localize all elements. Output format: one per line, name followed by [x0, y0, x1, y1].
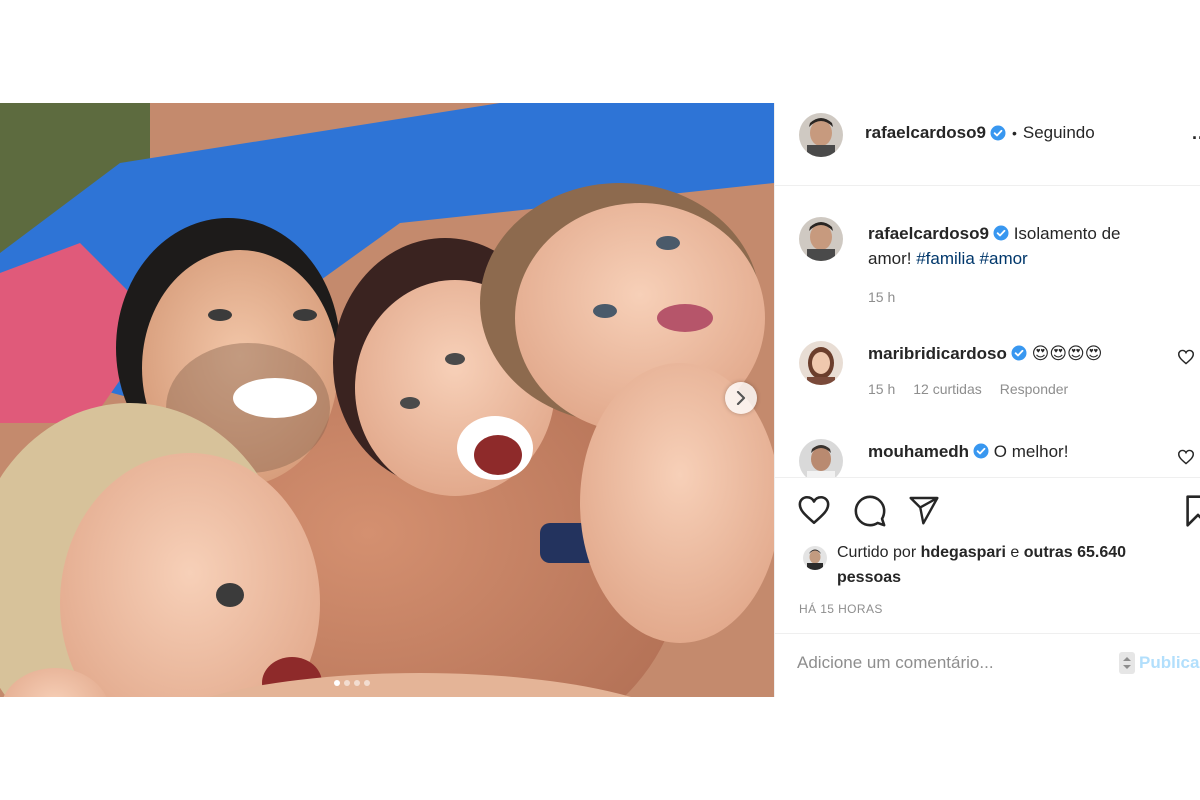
chevron-right-icon	[736, 391, 746, 405]
caption: rafaelcardoso9 Isolamento de amor! #fami…	[775, 187, 1200, 317]
post-actions: Curtido por hdegaspari e outras 65.640 p…	[775, 477, 1200, 633]
comment-likes[interactable]: 12 curtidas	[913, 381, 981, 397]
liker-avatar[interactable]	[803, 546, 827, 570]
verified-badge-icon	[993, 225, 1009, 241]
comment-icon[interactable]	[853, 494, 887, 528]
follow-status-button[interactable]: Seguindo	[1023, 123, 1095, 143]
commenter-avatar[interactable]	[799, 341, 843, 385]
carousel-dot-3	[354, 680, 360, 686]
more-options-button[interactable]: ..	[1192, 123, 1200, 144]
carousel-indicator	[334, 680, 370, 686]
caption-username[interactable]: rafaelcardoso9	[868, 224, 989, 243]
reply-button[interactable]: Responder	[1000, 381, 1069, 397]
author-username[interactable]: rafaelcardoso9	[865, 123, 986, 143]
bookmark-icon[interactable]	[1185, 494, 1200, 528]
caption-meta: 15 h	[868, 289, 895, 305]
liked-by-user[interactable]: hdegaspari	[921, 544, 1006, 561]
carousel-dot-2	[344, 680, 350, 686]
header-user-row: rafaelcardoso9 • Seguindo	[865, 123, 1095, 143]
verified-badge-icon	[990, 125, 1006, 141]
send-icon[interactable]	[907, 494, 941, 526]
heart-icon[interactable]	[797, 494, 831, 526]
instagram-post: rafaelcardoso9 • Seguindo ..	[0, 103, 1200, 697]
comment-body: O melhor!	[993, 442, 1069, 461]
author-avatar[interactable]	[799, 113, 843, 157]
comment-item: maribridicardoso 😍😍😍😍 15 h 12 curtidas R…	[775, 335, 1200, 415]
commenter-username[interactable]: mouhamedh	[868, 442, 969, 461]
comment-time[interactable]: 15 h	[868, 381, 895, 397]
post-photo[interactable]	[0, 103, 774, 697]
commenter-avatar[interactable]	[799, 439, 843, 477]
carousel-dot-4	[364, 680, 370, 686]
post-timestamp[interactable]: HÁ 15 HORAS	[799, 602, 883, 616]
post-side-panel: rafaelcardoso9 • Seguindo ..	[774, 103, 1200, 697]
caption-avatar[interactable]	[799, 217, 843, 261]
liked-by-conjunction: e	[1010, 544, 1020, 561]
liked-by-text: Curtido por hdegaspari e outras 65.640 p…	[837, 540, 1137, 590]
publish-comment-button[interactable]: Publicar	[1119, 652, 1200, 674]
liked-by-prefix: Curtido por	[837, 544, 917, 561]
comment-meta: 15 h 12 curtidas Responder	[868, 381, 1068, 397]
family-selfie-image	[0, 103, 774, 697]
carousel-next-button[interactable]	[725, 382, 757, 414]
comment-like-heart-icon[interactable]	[1177, 449, 1195, 465]
comment-input[interactable]	[797, 653, 1117, 673]
comment-item: mouhamedh O melhor!	[775, 433, 1200, 477]
caption-text: rafaelcardoso9 Isolamento de amor! #fami…	[868, 221, 1168, 271]
add-comment-section: Publicar	[775, 633, 1200, 697]
caption-time[interactable]: 15 h	[868, 289, 895, 305]
publish-label: Publicar	[1139, 653, 1200, 672]
comments-list: rafaelcardoso9 Isolamento de amor! #fami…	[775, 187, 1200, 477]
commenter-username[interactable]: maribridicardoso	[868, 344, 1007, 363]
hashtag-link[interactable]: #familia	[916, 249, 975, 268]
post-header: rafaelcardoso9 • Seguindo ..	[775, 103, 1200, 186]
verified-badge-icon	[1011, 345, 1027, 361]
comment-text: mouhamedh O melhor!	[868, 439, 1168, 464]
header-separator: •	[1011, 125, 1017, 141]
comment-body: 😍😍😍😍	[1031, 344, 1103, 363]
verified-badge-icon	[973, 443, 989, 459]
scroll-arrows-icon	[1119, 652, 1135, 674]
comment-like-heart-icon[interactable]	[1177, 349, 1195, 365]
hashtag-link[interactable]: #amor	[980, 249, 1028, 268]
carousel-dot-1	[334, 680, 340, 686]
comment-text: maribridicardoso 😍😍😍😍	[868, 341, 1168, 366]
